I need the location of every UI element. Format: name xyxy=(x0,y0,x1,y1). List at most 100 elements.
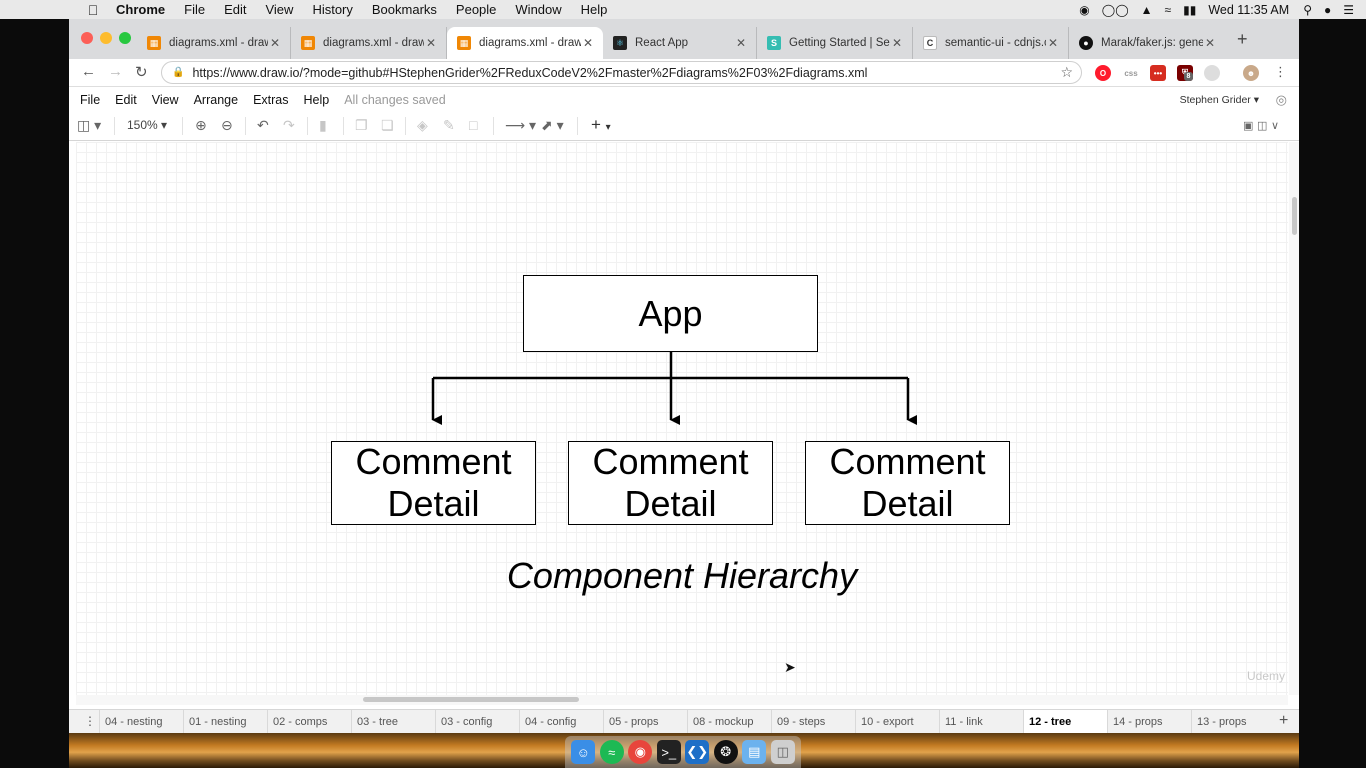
menubar-file[interactable]: File xyxy=(184,2,205,17)
spotify-status-icon[interactable]: ◉ xyxy=(1079,3,1089,17)
insert-plus-icon[interactable]: + ▾ xyxy=(591,115,611,135)
page-tab-12-tree[interactable]: 12 - tree xyxy=(1023,710,1107,733)
drawio-menu-extras[interactable]: Extras xyxy=(253,93,288,107)
collapse-toolbar-icon[interactable]: ∨ xyxy=(1271,119,1279,132)
bookmark-star-icon[interactable]: ☆ xyxy=(1060,64,1073,81)
delete-icon[interactable]: ▮ xyxy=(319,117,327,134)
page-tab-04-nesting[interactable]: 04 - nesting xyxy=(99,710,183,733)
new-tab-button[interactable]: + xyxy=(1237,29,1248,50)
page-tab-01-nesting[interactable]: 01 - nesting xyxy=(183,710,267,733)
tab-diagrams-1[interactable]: ▦ diagrams.xml - draw ✕ xyxy=(137,27,291,59)
battery-icon[interactable]: ▮▮ xyxy=(1183,3,1196,17)
page-tab-14-props[interactable]: 14 - props xyxy=(1107,710,1191,733)
menubar-history[interactable]: History xyxy=(312,2,352,17)
to-back-icon[interactable]: ❏ xyxy=(381,117,394,134)
tab-diagrams-2[interactable]: ▦ diagrams.xml - draw ✕ xyxy=(291,27,447,59)
zoom-in-icon[interactable]: ⊕ xyxy=(195,117,207,134)
siri-icon[interactable]: ● xyxy=(1324,3,1331,17)
lastpass-icon[interactable]: ••• xyxy=(1150,65,1166,81)
drawio-menu-help[interactable]: Help xyxy=(304,93,330,107)
comment-detail-node-1[interactable]: Comment Detail xyxy=(331,441,536,525)
wifi-icon[interactable]: ≈ xyxy=(1165,3,1172,17)
obs-icon[interactable]: ❂ xyxy=(713,740,738,764)
vscode-icon[interactable]: ❮❯ xyxy=(685,740,710,764)
close-tab-icon[interactable]: ✕ xyxy=(734,36,748,50)
waypoint-style-icon[interactable]: ⬈ ▾ xyxy=(541,117,564,134)
page-tab-11-link[interactable]: 11 - link xyxy=(939,710,1023,733)
menubar-bookmarks[interactable]: Bookmarks xyxy=(372,2,437,17)
menubar-window[interactable]: Window xyxy=(515,2,561,17)
undo-icon[interactable]: ↶ xyxy=(257,117,269,134)
apple-icon[interactable]:  xyxy=(84,2,102,18)
drawio-menu-arrange[interactable]: Arrange xyxy=(194,93,238,107)
chrome-menu-icon[interactable]: ⋮ xyxy=(1274,64,1287,80)
vertical-scroll-thumb[interactable] xyxy=(1292,197,1297,235)
drawio-menu-edit[interactable]: Edit xyxy=(115,93,137,107)
menubar-edit[interactable]: Edit xyxy=(224,2,246,17)
language-globe-icon[interactable]: ◎ xyxy=(1276,92,1287,108)
comment-detail-node-2[interactable]: Comment Detail xyxy=(568,441,773,525)
close-tab-icon[interactable]: ✕ xyxy=(890,36,904,50)
maximize-window-button[interactable] xyxy=(119,32,131,44)
menubar-clock[interactable]: Wed 11:35 AM xyxy=(1208,3,1289,17)
app-node[interactable]: App xyxy=(523,275,818,352)
address-bar[interactable]: 🔒 https://www.draw.io/?mode=github#HStep… xyxy=(161,61,1082,84)
close-tab-icon[interactable]: ✕ xyxy=(268,36,282,50)
tab-faker[interactable]: ● Marak/faker.js: gener ✕ xyxy=(1069,27,1225,59)
menubar-help[interactable]: Help xyxy=(581,2,608,17)
user-menu[interactable]: Stephen Grider ▾ xyxy=(1180,94,1259,106)
drawio-menu-file[interactable]: File xyxy=(80,93,100,107)
page-tab-10-export[interactable]: 10 - export xyxy=(855,710,939,733)
profile-avatar[interactable]: ☻ xyxy=(1243,65,1259,81)
folder-icon[interactable]: ▤ xyxy=(742,740,767,764)
close-window-button[interactable] xyxy=(81,32,93,44)
spotlight-search-icon[interactable]: ⚲ xyxy=(1303,3,1312,17)
page-tab-05-props[interactable]: 05 - props xyxy=(603,710,687,733)
zoom-dropdown[interactable]: 150% ▾ xyxy=(127,118,167,132)
page-tab-04-config[interactable]: 04 - config xyxy=(519,710,603,733)
notification-center-icon[interactable]: ☰ xyxy=(1343,3,1354,17)
fill-color-icon[interactable]: ◈ xyxy=(417,117,428,134)
pages-menu-icon[interactable]: ⋮ xyxy=(84,714,96,728)
close-tab-icon[interactable]: ✕ xyxy=(1046,36,1060,50)
forward-arrow-icon[interactable]: → xyxy=(108,63,123,80)
docker-icon[interactable]: ▲ xyxy=(1141,3,1153,17)
tab-getting-started[interactable]: S Getting Started | Sen ✕ xyxy=(757,27,913,59)
menubar-view[interactable]: View xyxy=(265,2,293,17)
tab-react-app[interactable]: ⚛ React App ✕ xyxy=(603,27,757,59)
trash-icon[interactable]: ◫ xyxy=(770,740,795,764)
connection-style-icon[interactable]: ⟶ ▾ xyxy=(505,117,536,134)
reload-icon[interactable]: ↻ xyxy=(135,63,148,81)
glasses-icon[interactable]: ◯◯ xyxy=(1102,3,1129,17)
diagram-caption[interactable]: Component Hierarchy xyxy=(76,555,1288,597)
spotify-icon[interactable]: ≈ xyxy=(599,740,624,764)
redo-icon[interactable]: ↷ xyxy=(283,117,295,134)
close-tab-icon[interactable]: ✕ xyxy=(424,36,438,50)
extension-icon[interactable] xyxy=(1204,65,1220,81)
shadow-icon[interactable]: □ xyxy=(469,117,477,133)
opera-extension-icon[interactable]: O xyxy=(1095,65,1111,81)
vertical-scrollbar[interactable] xyxy=(1289,142,1299,695)
menubar-people[interactable]: People xyxy=(456,2,496,17)
css-extension-icon[interactable]: css xyxy=(1121,65,1141,81)
diagram-canvas[interactable]: App Comment Detail Comment Detail Commen… xyxy=(76,142,1288,695)
address-url[interactable]: https://www.draw.io/?mode=github#HStephe… xyxy=(192,66,1060,80)
line-color-icon[interactable]: ✎ xyxy=(443,117,455,134)
chrome-icon[interactable]: ◉ xyxy=(628,740,653,764)
minimize-window-button[interactable] xyxy=(100,32,112,44)
finder-icon[interactable]: ☺ xyxy=(571,740,596,764)
terminal-icon[interactable]: >_ xyxy=(656,740,681,764)
tab-cdnjs[interactable]: C semantic-ui - cdnjs.c ✕ xyxy=(913,27,1069,59)
drawio-menu-view[interactable]: View xyxy=(152,93,179,107)
close-tab-icon[interactable]: ✕ xyxy=(1203,36,1217,50)
page-tab-03-tree[interactable]: 03 - tree xyxy=(351,710,435,733)
page-tab-13-props[interactable]: 13 - props xyxy=(1191,710,1275,733)
menubar-app-name[interactable]: Chrome xyxy=(116,2,165,17)
add-page-icon[interactable]: + xyxy=(1279,712,1288,730)
zoom-out-icon[interactable]: ⊖ xyxy=(221,117,233,134)
panel-toggle-icon[interactable]: ◫ xyxy=(1257,119,1267,132)
horizontal-scrollbar[interactable] xyxy=(76,695,1288,705)
page-tab-08-mockup[interactable]: 08 - mockup xyxy=(687,710,771,733)
page-tab-09-steps[interactable]: 09 - steps xyxy=(771,710,855,733)
close-tab-icon[interactable]: ✕ xyxy=(581,36,595,50)
